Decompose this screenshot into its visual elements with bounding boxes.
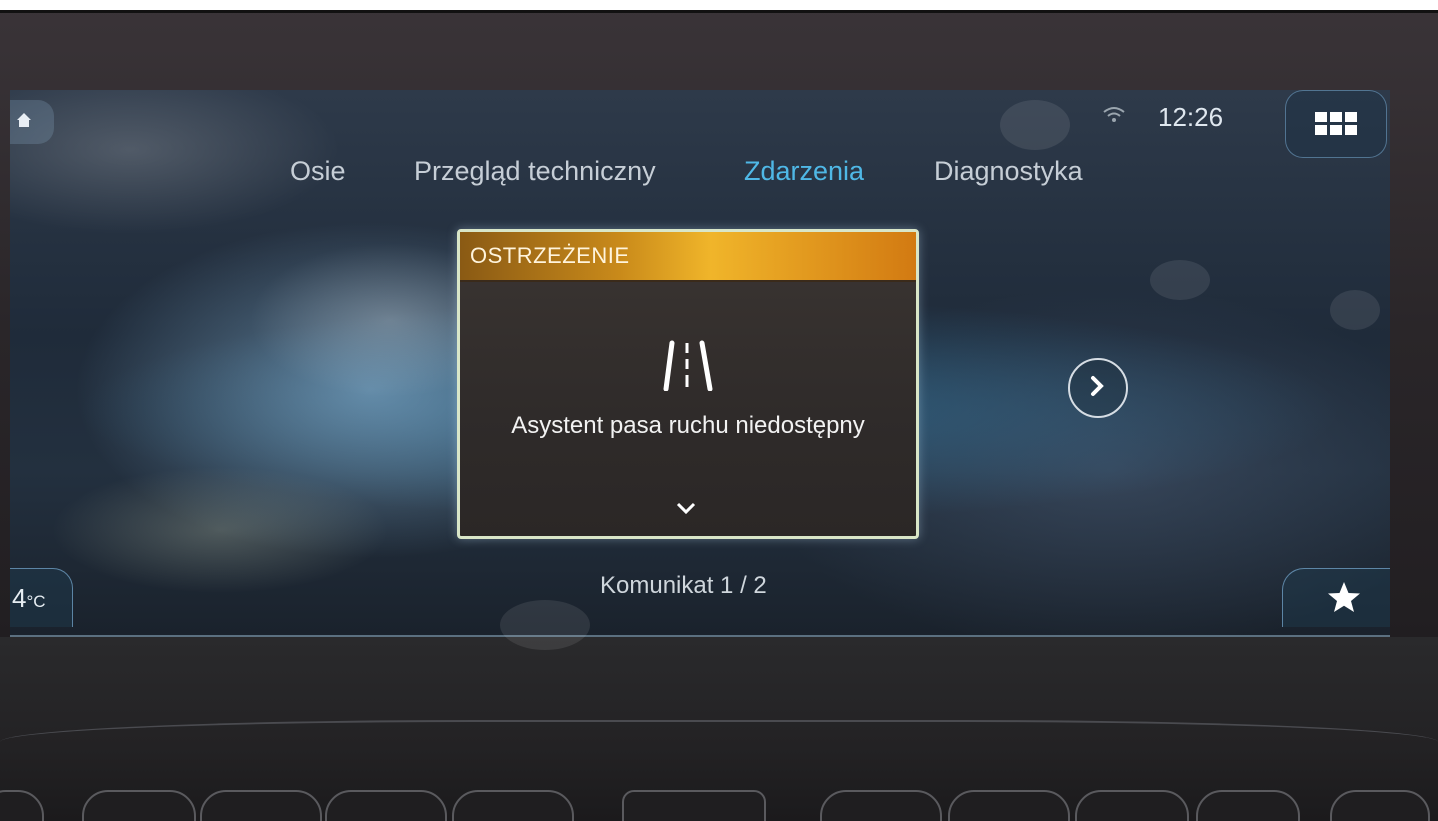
hardware-button[interactable] — [325, 790, 447, 821]
lane-assist-icon — [663, 340, 713, 391]
smudge — [500, 600, 590, 650]
home-button[interactable] — [10, 100, 54, 144]
grid-icon — [1315, 112, 1357, 135]
smudge — [1330, 290, 1380, 330]
top-border — [0, 0, 1438, 13]
hardware-button[interactable] — [200, 790, 322, 821]
temperature-display: 4°C — [12, 583, 46, 614]
smudge — [1150, 260, 1210, 300]
temperature-tab[interactable]: 4°C — [10, 568, 73, 627]
apps-button[interactable] — [1285, 90, 1387, 158]
clock: 12:26 — [1158, 102, 1224, 132]
hardware-button[interactable] — [1075, 790, 1189, 821]
home-icon — [17, 113, 31, 127]
hardware-button[interactable] — [1196, 790, 1300, 821]
hardware-button[interactable] — [82, 790, 196, 821]
bezel-edge — [0, 720, 1438, 742]
photo-frame: 12:26 Osie Przegląd techniczny Zdarzenia… — [0, 0, 1438, 821]
temperature-unit: °C — [26, 592, 46, 611]
tab-bar: Osie Przegląd techniczny Zdarzenia Diagn… — [10, 156, 1390, 196]
temperature-value: 4 — [12, 583, 27, 613]
infotainment-screen: 12:26 Osie Przegląd techniczny Zdarzenia… — [10, 90, 1390, 637]
hardware-button[interactable] — [1330, 790, 1430, 821]
hardware-button[interactable] — [452, 790, 574, 821]
star-icon — [1328, 582, 1360, 612]
wifi-icon — [1103, 107, 1125, 122]
tab-przeglad-techniczny[interactable]: Przegląd techniczny — [414, 156, 656, 187]
chevron-right-icon — [1091, 376, 1104, 396]
warning-header: OSTRZEŻENIE — [460, 232, 916, 282]
message-counter: Komunikat 1 / 2 — [600, 572, 767, 599]
tab-osie[interactable]: Osie — [290, 156, 346, 187]
warning-dialog[interactable]: OSTRZEŻENIE Asystent pasa ruchu niedostę… — [457, 229, 919, 539]
chevron-down-icon[interactable] — [676, 502, 696, 514]
warning-message: Asystent pasa ruchu niedostępny — [511, 412, 865, 439]
hardware-button[interactable] — [820, 790, 942, 821]
next-message-button[interactable] — [1068, 358, 1128, 418]
tab-diagnostyka[interactable]: Diagnostyka — [934, 156, 1083, 187]
hardware-button[interactable] — [948, 790, 1070, 821]
tab-zdarzenia[interactable]: Zdarzenia — [744, 156, 864, 187]
favorites-button[interactable] — [1282, 568, 1390, 627]
smudge — [1000, 100, 1070, 150]
hardware-button[interactable] — [622, 790, 766, 821]
